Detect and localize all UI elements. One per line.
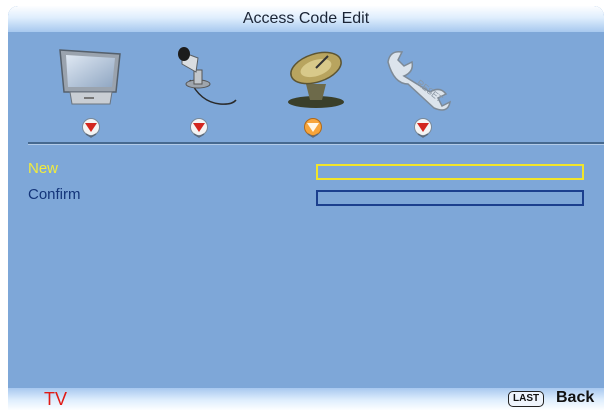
page-title: Access Code Edit bbox=[242, 10, 370, 27]
menu-icon-row: RESET bbox=[8, 44, 604, 114]
down-arrow-icon[interactable] bbox=[80, 118, 102, 138]
selected-down-arrow-icon[interactable] bbox=[302, 118, 324, 138]
confirm-code-field[interactable] bbox=[316, 190, 584, 206]
source-label: TV bbox=[44, 389, 68, 409]
down-arrow-icon[interactable] bbox=[412, 118, 434, 138]
title-bar: Access Code Edit bbox=[8, 6, 604, 32]
menu-indicator-row bbox=[8, 118, 604, 138]
satellite-dish-icon[interactable] bbox=[276, 44, 354, 112]
osd-screen: Access Code Edit RESET New Confirm TV LA… bbox=[8, 6, 604, 410]
divider bbox=[28, 142, 604, 145]
monitor-icon[interactable] bbox=[54, 44, 132, 112]
microphone-icon[interactable] bbox=[160, 44, 238, 112]
new-code-label: New bbox=[28, 160, 59, 177]
wrench-icon[interactable]: RESET bbox=[382, 44, 460, 112]
down-arrow-icon[interactable] bbox=[188, 118, 210, 138]
last-key-icon[interactable]: LAST bbox=[508, 391, 545, 407]
bottom-bar: TV LAST Back bbox=[8, 388, 604, 410]
back-label[interactable]: Back bbox=[556, 389, 594, 407]
confirm-code-label: Confirm bbox=[28, 186, 81, 203]
new-code-field[interactable] bbox=[316, 164, 584, 180]
